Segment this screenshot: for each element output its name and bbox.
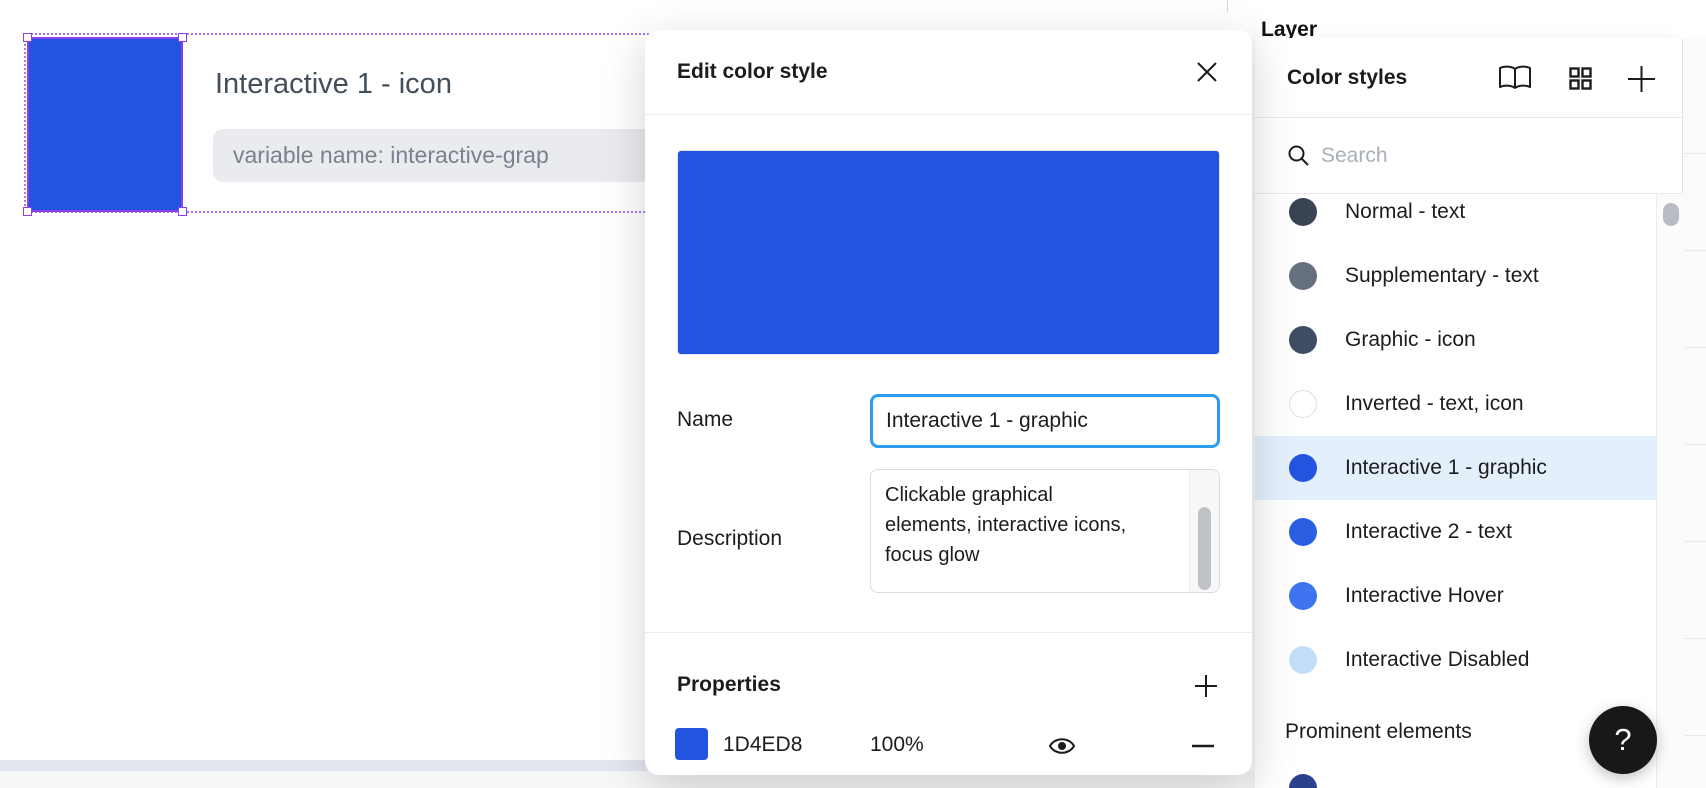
variable-name-text: variable name: interactive-grap [233,142,549,168]
style-card-title: Interactive 1 - icon [215,68,452,100]
description-line: Clickable graphical [885,484,1053,506]
add-property-icon[interactable] [1193,673,1219,699]
sidebar-section-divider [1684,638,1706,639]
name-input[interactable] [870,394,1220,448]
description-textarea[interactable]: Clickable graphical elements, interactiv… [870,469,1220,593]
color-style-swatch-icon [1289,646,1317,674]
canvas-edge-tick [1227,0,1228,12]
panel-scrollbar-thumb[interactable] [1663,203,1679,226]
description-scrollbar-track[interactable] [1189,470,1219,592]
right-sidebar-edge [1684,0,1706,788]
color-style-label: Graphic - icon [1345,328,1476,351]
selection-handle[interactable] [23,33,32,42]
color-style-swatch-icon [1289,518,1317,546]
modal-title: Edit color style [677,60,828,83]
property-color-swatch[interactable] [675,728,708,760]
properties-header: Properties [645,660,1252,710]
sidebar-section-divider [1684,250,1706,251]
color-style-swatch-icon [1289,774,1317,788]
description-text: Clickable graphical elements, interactiv… [885,480,1155,570]
sidebar-section-divider [1684,444,1706,445]
property-row: 1D4ED8 100% [645,720,1252,776]
modal-header-divider [645,114,1252,115]
color-style-label: Supplementary - text [1345,264,1539,287]
panel-title: Color styles [1287,65,1408,89]
help-button[interactable]: ? [1589,706,1657,774]
color-style-label: Interactive 2 - text [1345,520,1512,543]
sidebar-section-divider [1684,347,1706,348]
color-style-label: Inverted - text, icon [1345,392,1524,415]
color-style-label: Interactive 1 - graphic [1345,456,1547,479]
property-opacity-value[interactable]: 100% [870,733,924,757]
panel-header: Color styles [1255,38,1682,118]
color-style-swatch-icon [1289,390,1317,418]
variable-name-pill: variable name: interactive-grap [213,129,661,182]
color-style-label: Normal - text [1345,200,1466,223]
color-style-row[interactable]: Interactive 2 - text [1255,500,1656,564]
color-style-swatch-icon [1289,326,1317,354]
panel-scrollbar-track[interactable] [1656,194,1683,788]
color-style-row[interactable]: Interactive Disabled [1255,628,1656,692]
search-input[interactable] [1321,136,1621,176]
color-styles-panel: Color styles Search Normal - text Supple… [1255,38,1683,788]
color-style-row[interactable]: Supplementary - text [1255,244,1656,308]
search-row [1255,118,1682,194]
edit-color-style-modal: Edit color style Name Description Clicka… [645,30,1252,775]
description-line: focus glow [885,544,980,566]
sidebar-section-divider [1684,541,1706,542]
add-style-icon[interactable] [1626,64,1657,94]
color-style-label: Interactive Disabled [1345,648,1530,671]
color-style-swatch-icon [1289,198,1317,226]
visibility-eye-icon[interactable] [1047,732,1077,760]
properties-divider [645,632,1252,633]
property-hex-value[interactable]: 1D4ED8 [723,733,802,757]
canvas-color-swatch[interactable] [27,37,183,212]
color-style-swatch-icon [1289,582,1317,610]
color-style-row[interactable]: Graphic - icon [1255,308,1656,372]
figma-workspace: Interactive 1 - icon variable name: inte… [0,0,1706,788]
color-styles-list: Normal - text Supplementary - text Graph… [1255,195,1656,788]
selection-handle[interactable] [23,207,32,216]
color-style-row[interactable]: Inverted - text, icon [1255,372,1656,436]
library-book-icon[interactable] [1497,65,1533,91]
color-preview [677,150,1220,355]
sidebar-section-divider [1684,153,1706,154]
color-style-swatch-icon [1289,454,1317,482]
remove-property-icon[interactable] [1190,734,1216,758]
color-style-swatch-icon [1289,262,1317,290]
grid-view-icon[interactable] [1569,67,1592,90]
search-icon [1287,144,1310,167]
selection-handle[interactable] [178,33,187,42]
description-label: Description [677,527,783,550]
properties-title: Properties [677,673,781,696]
color-style-row[interactable]: Normal - text [1255,195,1656,244]
name-label: Name [677,408,734,431]
canvas-next-card-edge [0,760,648,771]
help-question-mark: ? [1614,722,1632,757]
color-style-label: Interactive Hover [1345,584,1504,607]
color-style-row[interactable]: Interactive 1 - graphic [1255,436,1656,500]
description-scrollbar-thumb[interactable] [1198,507,1211,590]
sidebar-section-divider [1684,735,1706,736]
modal-header: Edit color style [645,30,1252,114]
color-style-label: Prominent elements [1285,720,1472,743]
close-icon[interactable] [1195,60,1219,84]
selection-handle[interactable] [178,207,187,216]
right-sidebar-edge-body [1684,38,1706,788]
description-line: elements, interactive icons, [885,514,1127,536]
color-style-row[interactable]: Interactive Hover [1255,564,1656,628]
